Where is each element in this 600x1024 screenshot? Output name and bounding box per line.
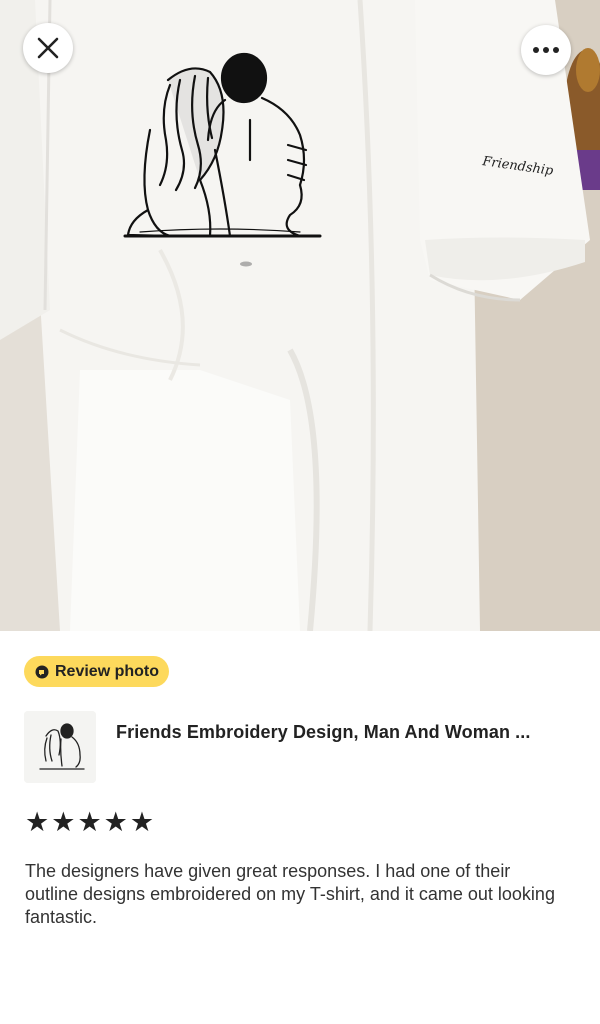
- star-icon: ★: [103, 807, 128, 838]
- star-icon: ★: [77, 807, 102, 838]
- review-text: The designers have given great responses…: [25, 861, 555, 927]
- product-thumbnail-image: [24, 711, 96, 783]
- star-icon: ★: [51, 807, 76, 838]
- star-icon: ★: [25, 807, 50, 838]
- product-link[interactable]: Friends Embroidery Design, Man And Woman…: [24, 711, 584, 783]
- photo-review-icon: [35, 665, 49, 678]
- review-photo-screen: Friendship Review photo Friends Embroide…: [0, 0, 600, 1024]
- star-rating: ★ ★ ★ ★ ★: [25, 807, 155, 838]
- more-options-button[interactable]: [521, 25, 571, 75]
- review-photo-badge: Review photo: [24, 656, 170, 687]
- more-horizontal-icon: [533, 47, 559, 53]
- review-details: Review photo Friends Embroidery Design, …: [0, 631, 600, 1024]
- review-photo[interactable]: Friendship: [0, 0, 600, 631]
- product-thumbnail[interactable]: [24, 711, 96, 783]
- close-icon: [37, 37, 59, 59]
- star-icon: ★: [129, 807, 155, 838]
- tshirt-photo-illustration: Friendship: [0, 0, 600, 631]
- product-title[interactable]: Friends Embroidery Design, Man And Woman…: [116, 722, 530, 743]
- badge-label: Review photo: [55, 662, 160, 680]
- close-button[interactable]: [23, 23, 73, 73]
